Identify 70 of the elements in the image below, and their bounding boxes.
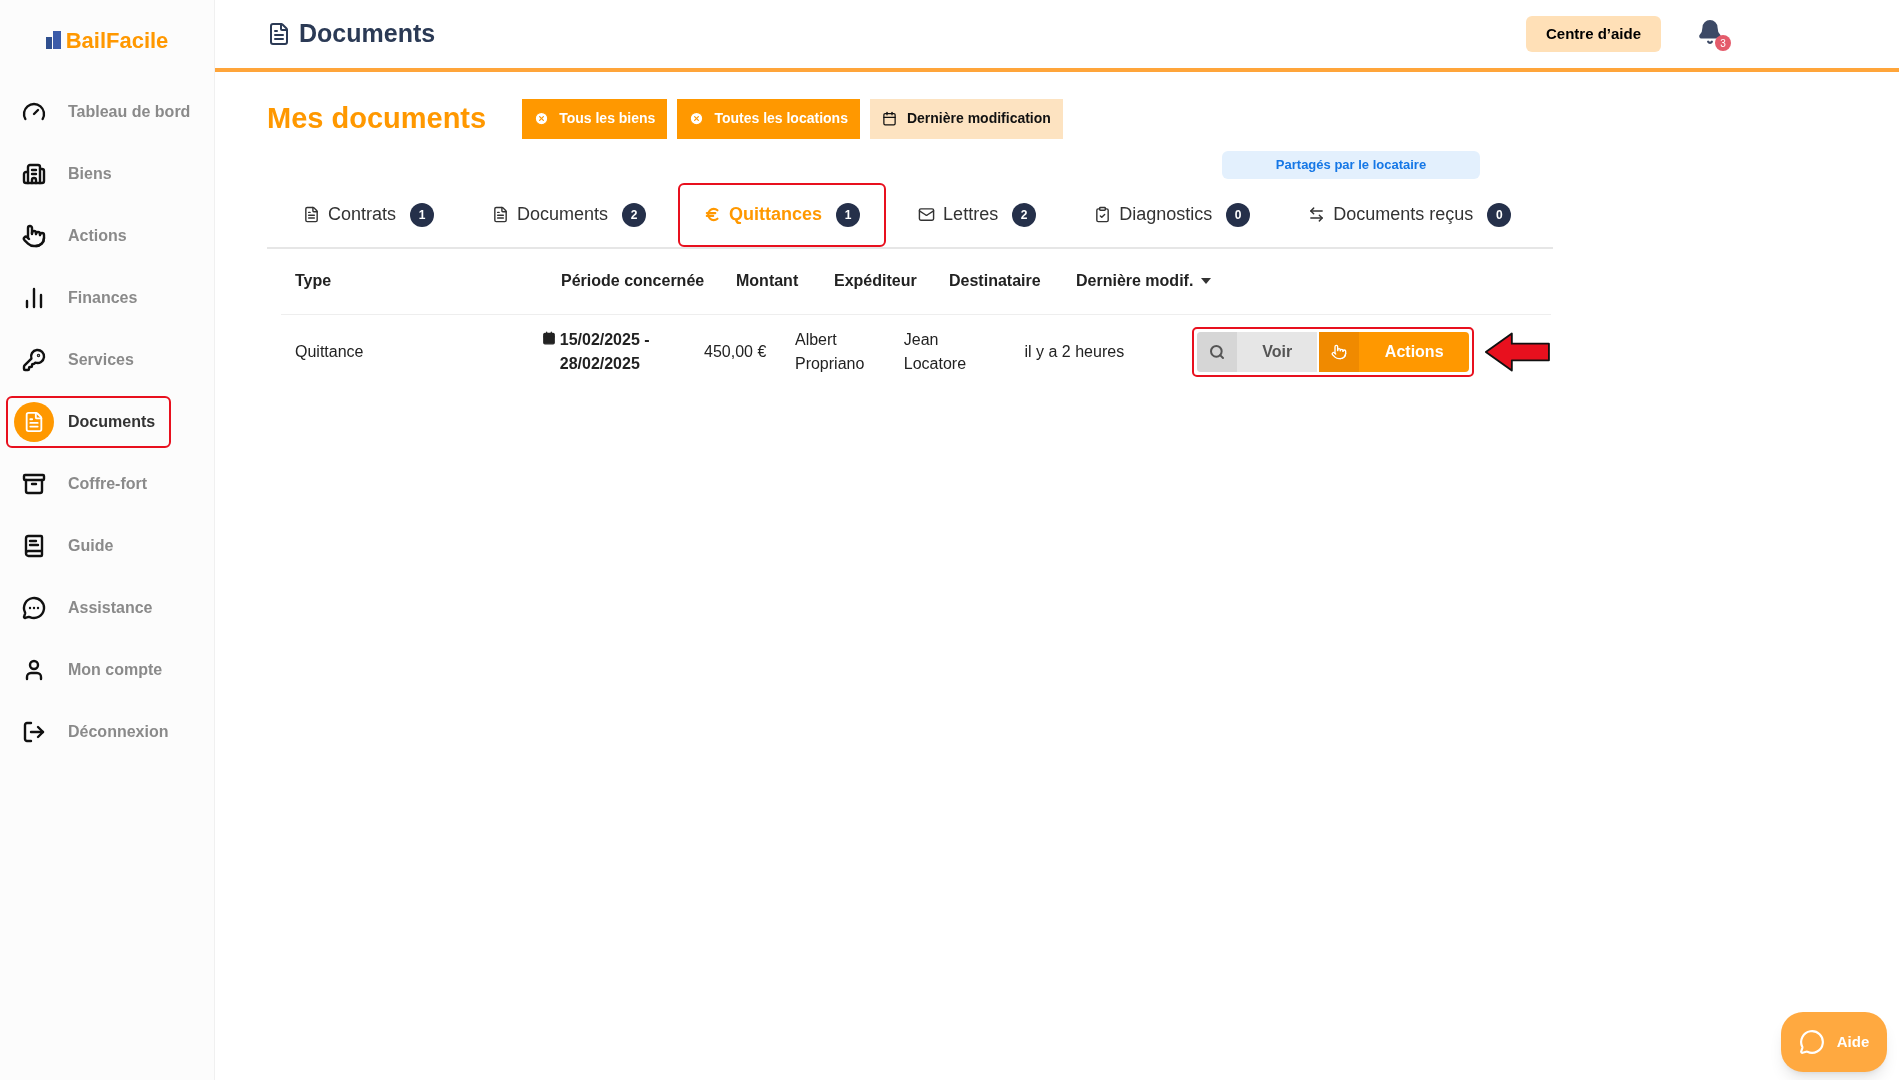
- logout-icon: [22, 720, 46, 744]
- sidebar-item[interactable]: Assistance: [6, 582, 169, 634]
- document-icon: [492, 206, 510, 223]
- tab[interactable]: Lettres 2: [892, 182, 1063, 247]
- actions-button[interactable]: Actions: [1319, 331, 1470, 372]
- archive-box-icon: [22, 472, 46, 496]
- document-icon: [267, 22, 291, 46]
- sidebar-item[interactable]: Services: [6, 334, 150, 386]
- count-badge: 1: [410, 202, 435, 227]
- page-title: Mes documents: [267, 101, 487, 136]
- sidebar-item[interactable]: Actions: [6, 210, 143, 262]
- table-cell-text: Jean Locatore: [903, 329, 968, 374]
- sidebar-item[interactable]: Finances: [6, 272, 154, 324]
- tab[interactable]: Documents 2: [466, 182, 673, 247]
- tab[interactable]: Diagnostics 0: [1068, 182, 1277, 247]
- sidebar-item[interactable]: Mon compte: [6, 644, 179, 696]
- column-header: Montant: [736, 271, 799, 291]
- sort-caret-icon: [1201, 278, 1212, 284]
- sidebar-item[interactable]: Coffre-fort: [6, 458, 164, 510]
- swap-arrows-icon: [1308, 206, 1326, 223]
- page-header-title: Documents: [299, 18, 436, 50]
- view-button[interactable]: Voir: [1197, 331, 1318, 372]
- logo-icon: [45, 31, 62, 49]
- filter-button[interactable]: Dernière modification: [869, 98, 1063, 139]
- column-header: Période concernée: [561, 271, 705, 291]
- calendar-icon: [541, 330, 556, 345]
- count-badge: 2: [622, 202, 647, 227]
- envelope-icon: [918, 206, 936, 223]
- table-cell-text: Quittance: [294, 341, 365, 362]
- chat-bubble-icon: [1798, 1029, 1825, 1055]
- document-icon: [303, 206, 320, 223]
- sidebar-item[interactable]: Documents: [6, 396, 172, 448]
- document-icon: [14, 402, 54, 442]
- column-header[interactable]: Dernière modif.: [1076, 269, 1194, 293]
- help-chat-button[interactable]: Aide: [1781, 1012, 1887, 1072]
- column-header: Destinataire: [949, 271, 1041, 291]
- sidebar-item[interactable]: Tableau de bord: [6, 86, 207, 138]
- column-header: Type: [295, 271, 332, 291]
- clear-icon: [689, 111, 705, 127]
- table-cell-text: 450,00 €: [704, 341, 768, 362]
- sidebar-item[interactable]: Déconnexion: [6, 706, 185, 758]
- count-badge: 0: [1487, 202, 1512, 227]
- table-cell-text: Albert Propriano: [794, 329, 866, 374]
- book-icon: [22, 534, 46, 558]
- search-icon: [1209, 343, 1226, 360]
- building-icon: [22, 162, 46, 186]
- hand-pointer-icon: [22, 224, 46, 248]
- table-cell-text: 15/02/2025 - 28/02/2025: [559, 329, 651, 374]
- filter-button[interactable]: Tous les biens: [522, 98, 668, 139]
- chat-bubble-icon: [22, 596, 46, 620]
- clipboard-check-icon: [1094, 206, 1112, 223]
- tab[interactable]: Contrats 1: [277, 182, 461, 247]
- help-center-button[interactable]: Centre d’aide: [1525, 16, 1661, 52]
- notification-count: 3: [1715, 35, 1731, 51]
- sidebar-item[interactable]: Guide: [6, 520, 130, 572]
- hand-pointer-icon: [1331, 343, 1348, 360]
- count-badge: 2: [1012, 202, 1037, 227]
- calendar-icon: [881, 111, 897, 127]
- key-icon: [22, 348, 46, 372]
- count-badge: 0: [1226, 202, 1251, 227]
- tab[interactable]: Quittances 1: [678, 182, 887, 247]
- column-header: Expéditeur: [834, 271, 917, 291]
- filter-button[interactable]: Toutes les locations: [677, 98, 860, 139]
- count-badge: 1: [836, 202, 861, 227]
- logo: BailFacile: [65, 26, 169, 55]
- sidebar-item[interactable]: Biens: [6, 148, 128, 200]
- clear-icon: [534, 111, 550, 127]
- shared-by-tenant-label: Partagés par le locataire: [1222, 150, 1480, 179]
- table-cell-text: il y a 2 heures: [1024, 341, 1126, 362]
- tab[interactable]: Documents reçus 0: [1282, 182, 1538, 247]
